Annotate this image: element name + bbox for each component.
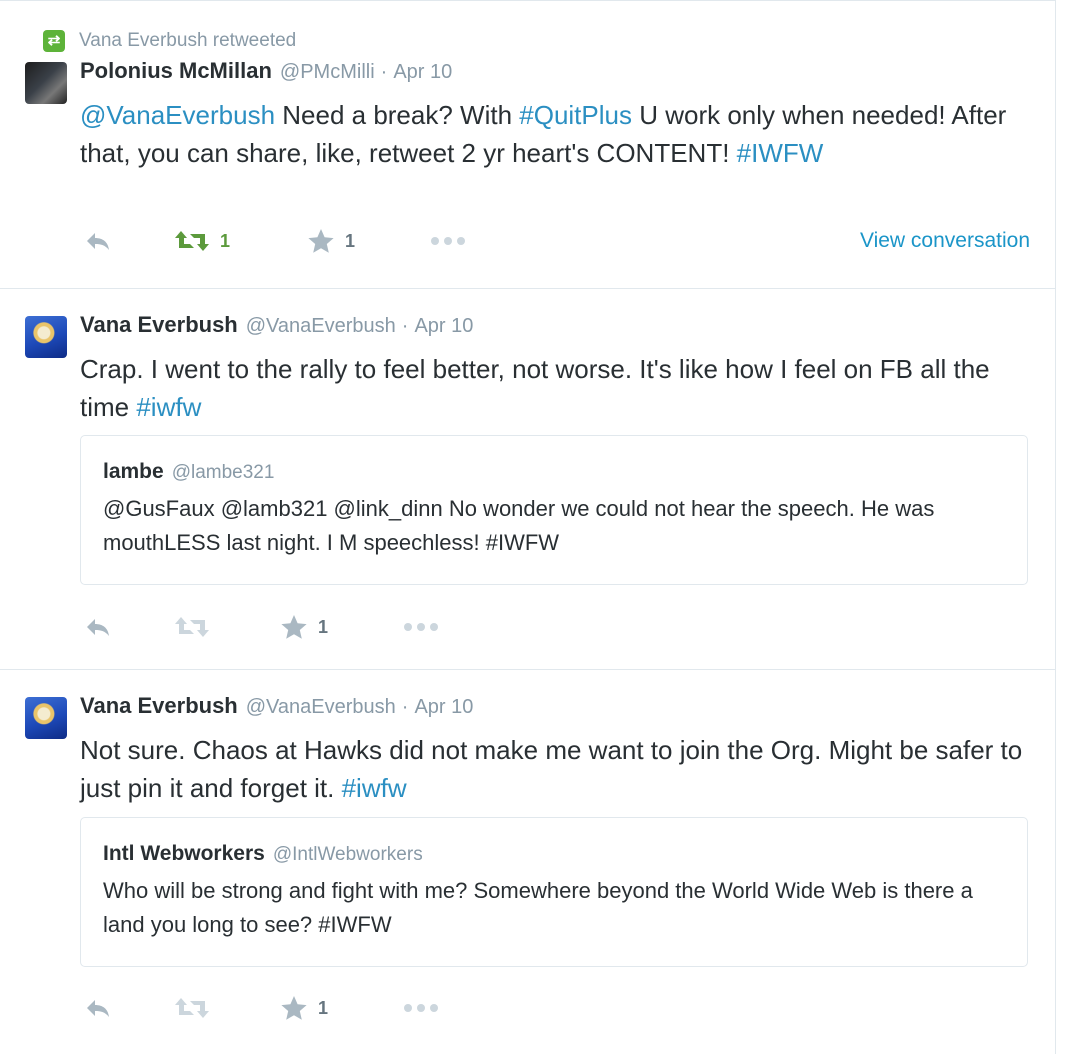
- author-fullname[interactable]: Vana Everbush: [80, 693, 238, 719]
- tweet-actions: 1: [80, 991, 1030, 1025]
- star-icon: [308, 229, 334, 253]
- author-fullname[interactable]: Vana Everbush: [80, 312, 238, 338]
- tweet[interactable]: Vana Everbush @VanaEverbush · Apr 10 Not…: [0, 670, 1056, 1055]
- more-dots-icon: [404, 1004, 438, 1012]
- timeline-stream: ⇄ Vana Everbush retweeted Polonius McMil…: [0, 0, 1056, 1054]
- avatar[interactable]: [25, 62, 67, 104]
- favorite-button[interactable]: 1: [307, 224, 355, 258]
- quoted-author-name: lambe: [103, 460, 164, 483]
- tweet-text: Not sure. Chaos at Hawks did not make me…: [80, 731, 1030, 807]
- more-button[interactable]: [403, 991, 439, 1025]
- tweet-text-segment: Not sure. Chaos at Hawks did not make me…: [80, 735, 1023, 803]
- retweet-context-text[interactable]: Vana Everbush retweeted: [79, 30, 296, 52]
- quoted-tweet-header: lambe @lambe321: [103, 460, 274, 484]
- retweet-icon: [175, 231, 209, 251]
- quoted-tweet-header: Intl Webworkers @IntlWebworkers: [103, 842, 423, 866]
- retweet-button[interactable]: [174, 991, 210, 1025]
- reply-icon: [87, 233, 109, 250]
- favorite-count: 1: [318, 997, 329, 1018]
- separator-dot: ·: [401, 315, 409, 337]
- author-handle[interactable]: @VanaEverbush: [246, 696, 396, 719]
- author-handle[interactable]: @PMcMilli: [280, 61, 375, 84]
- retweet-badge-icon: ⇄: [43, 30, 65, 52]
- star-icon: [281, 996, 307, 1020]
- retweet-button[interactable]: 1: [174, 224, 230, 258]
- avatar[interactable]: [25, 697, 67, 739]
- reply-button[interactable]: [84, 610, 112, 644]
- mention-link[interactable]: @VanaEverbush: [80, 100, 275, 130]
- retweet-icon: [175, 617, 209, 637]
- tweet-timestamp[interactable]: Apr 10: [414, 315, 473, 338]
- more-button[interactable]: [403, 610, 439, 644]
- avatar[interactable]: [25, 316, 67, 358]
- retweet-count: 1: [220, 230, 231, 251]
- retweet-icon: [175, 998, 209, 1018]
- view-conversation-link[interactable]: View conversation: [860, 224, 1030, 258]
- hashtag-link[interactable]: #QuitPlus: [519, 100, 632, 130]
- tweet-text: @VanaEverbush Need a break? With #QuitPl…: [80, 96, 1030, 172]
- tweet[interactable]: Vana Everbush @VanaEverbush · Apr 10 Cra…: [0, 289, 1056, 670]
- more-button[interactable]: [430, 224, 466, 258]
- tweet-text-segment: Crap. I went to the rally to feel better…: [80, 354, 990, 422]
- tweet-timestamp[interactable]: Apr 10: [414, 696, 473, 719]
- quoted-author-handle: @lambe321: [171, 462, 275, 483]
- favorite-count: 1: [318, 616, 329, 637]
- star-icon: [281, 615, 307, 639]
- quoted-author-name: Intl Webworkers: [103, 842, 265, 865]
- separator-dot: ·: [380, 61, 388, 83]
- retweet-context: ⇄ Vana Everbush retweeted: [43, 28, 296, 54]
- more-dots-icon: [404, 623, 438, 631]
- reply-icon: [87, 1000, 109, 1017]
- tweet-text: Crap. I went to the rally to feel better…: [80, 350, 1030, 426]
- tweet-text-segment: Need a break? With: [275, 100, 520, 130]
- retweet-button[interactable]: [174, 610, 210, 644]
- reply-button[interactable]: [84, 991, 112, 1025]
- tweet-header: Polonius McMillan @PMcMilli · Apr 10: [80, 58, 452, 86]
- quoted-author-handle: @IntlWebworkers: [272, 844, 423, 865]
- tweet[interactable]: ⇄ Vana Everbush retweeted Polonius McMil…: [0, 1, 1056, 289]
- favorite-count: 1: [345, 230, 356, 251]
- quoted-tweet[interactable]: lambe @lambe321 @GusFaux @lamb321 @link_…: [80, 435, 1028, 585]
- author-fullname[interactable]: Polonius McMillan: [80, 58, 272, 84]
- separator-dot: ·: [401, 696, 409, 718]
- quoted-tweet-text: Who will be strong and fight with me? So…: [103, 878, 973, 937]
- hashtag-link[interactable]: #iwfw: [342, 773, 407, 803]
- author-handle[interactable]: @VanaEverbush: [246, 315, 396, 338]
- tweet-actions: 1: [80, 610, 1030, 644]
- tweet-header: Vana Everbush @VanaEverbush · Apr 10: [80, 312, 473, 340]
- tweet-actions: 1 1 View conversation: [80, 224, 1030, 258]
- favorite-button[interactable]: 1: [280, 991, 328, 1025]
- hashtag-link[interactable]: #IWFW: [737, 138, 824, 168]
- favorite-button[interactable]: 1: [280, 610, 328, 644]
- reply-icon: [87, 619, 109, 636]
- tweet-timestamp[interactable]: Apr 10: [393, 61, 452, 84]
- hashtag-link[interactable]: #iwfw: [136, 392, 201, 422]
- tweet-header: Vana Everbush @VanaEverbush · Apr 10: [80, 693, 473, 721]
- quoted-tweet-text: @GusFaux @lamb321 @link_dinn No wonder w…: [103, 496, 935, 555]
- quoted-tweet[interactable]: Intl Webworkers @IntlWebworkers Who will…: [80, 817, 1028, 967]
- reply-button[interactable]: [84, 224, 112, 258]
- more-dots-icon: [431, 237, 465, 245]
